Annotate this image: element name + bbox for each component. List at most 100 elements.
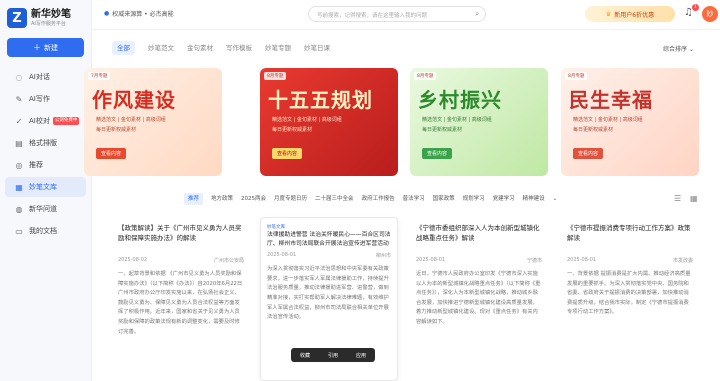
filter-two-sessions[interactable]: 2025两会 bbox=[241, 193, 266, 205]
filter-local-policy[interactable]: 地方政策 bbox=[211, 193, 233, 205]
grid-view-icon[interactable]: ▦ bbox=[690, 194, 698, 203]
sidebar-item-label: 格式排版 bbox=[29, 139, 57, 147]
sort-label: 综合排序 bbox=[663, 46, 688, 53]
sidebar-item-label: AI写作 bbox=[29, 95, 50, 103]
avatar[interactable]: 妙 bbox=[702, 6, 718, 22]
sidebar-item-label: 新华问道 bbox=[29, 205, 57, 213]
card-excerpt: 一、起草背景和依据 《广州市见义勇为人员奖励和保障实施办法》（以下简称《办法》）… bbox=[118, 271, 243, 335]
new-button-label: 新建 bbox=[44, 43, 58, 52]
sidebar-item-my-docs[interactable]: ▭ 我的文档 bbox=[5, 221, 86, 241]
banner-tag: 8月专题 bbox=[264, 72, 287, 80]
filter-gov-report[interactable]: 政府工作报告 bbox=[362, 193, 395, 205]
sidebar-item-ask[interactable]: ◍ 新华问道 bbox=[5, 199, 86, 219]
banner-line: 精选范文 | 金句素材 | 高级词组 bbox=[96, 117, 166, 123]
chevron-down-icon[interactable]: ⌄ bbox=[553, 193, 558, 205]
banner-tag: 8月专题 bbox=[414, 72, 437, 80]
sidebar-item-ai-proofread[interactable]: ✓ AI校对 公测免费中 bbox=[5, 111, 86, 131]
card-source: 市发改委 bbox=[672, 258, 693, 264]
banner-tag: 7月专题 bbox=[88, 72, 111, 80]
sidebar-item-label: AI校对 bbox=[29, 117, 50, 125]
banner-line: 精选范文 | 金句素材 | 高级词组 bbox=[573, 117, 643, 123]
search-input[interactable]: 写前搜索，记得搜索，请在这里输入我的问题 ⌕ bbox=[308, 6, 486, 22]
chevron-down-icon: ⌄ bbox=[688, 46, 694, 53]
article-card[interactable]: 《宁德市委组织部深入人为本创新型城镇化战略重点任务》解读 2025-08-01 … bbox=[410, 217, 548, 381]
document-icon: ▭ bbox=[15, 226, 23, 236]
filter-national-policy[interactable]: 国家政策 bbox=[433, 193, 455, 205]
cite-button[interactable]: 引用 bbox=[328, 352, 338, 359]
card-excerpt: 近日，宁德市人民政府办公室印发《宁德市深入实施以人为本的新型城镇化战略重点任务》… bbox=[416, 271, 541, 325]
card-title: 【政策解读】关于《广州市见义勇为人员奖励和保障实施办法》的解读 bbox=[118, 224, 242, 242]
apply-button[interactable]: 应用 bbox=[356, 352, 366, 359]
promo-button[interactable]: ♛ 新用户6折优惠 bbox=[585, 6, 675, 22]
view-content-button[interactable]: 查看内容 bbox=[573, 148, 604, 159]
proofread-icon: ✓ bbox=[15, 116, 23, 126]
recommend-icon: ◎ bbox=[15, 160, 23, 170]
filter-third-plenum[interactable]: 二十届三中全会 bbox=[315, 193, 354, 205]
article-card[interactable]: 【政策解读】关于《广州市见义勇为人员奖励和保障实施办法》的解读 2025-08-… bbox=[112, 217, 250, 381]
banner-title: 乡村振兴 bbox=[418, 88, 502, 112]
format-icon: ▤ bbox=[15, 138, 23, 148]
card-source: 宁德市 bbox=[526, 258, 542, 264]
free-beta-badge: 公测免费中 bbox=[52, 117, 80, 125]
favorite-button[interactable]: 收藏 bbox=[300, 352, 310, 359]
card-tag: 妙笔文库 bbox=[267, 225, 285, 230]
sidebar-item-label: AI对话 bbox=[29, 73, 50, 81]
banner-title: 十五五规划 bbox=[268, 88, 373, 112]
sort-dropdown[interactable]: 综合排序 ⌄ bbox=[663, 44, 694, 53]
card-excerpt: 一、背景依据 提振消费是扩大内需、推动经济高质量发展的重要抓手。为深入贯彻落实党… bbox=[567, 271, 691, 316]
notification-badge: 1 bbox=[692, 4, 699, 11]
card-date: 2025-08-02 bbox=[118, 257, 148, 263]
card-title: 法律援助进警营 法治关怀暖民心——百合区司法厅、柳州市司法局联合开展法治宣传进军… bbox=[267, 232, 391, 247]
banner-line: 每日更新权威素材 bbox=[573, 127, 614, 133]
tab-essays[interactable]: 妙笔范文 bbox=[148, 41, 174, 55]
logo-icon: Z bbox=[7, 8, 27, 28]
tab-quotes[interactable]: 金句素材 bbox=[187, 41, 213, 55]
sidebar-item-library[interactable]: ▦ 妙笔文库 bbox=[5, 177, 86, 197]
promo-label: 新用户6折优惠 bbox=[614, 11, 655, 19]
filter-monthly-calendar[interactable]: 月度专题日历 bbox=[274, 193, 307, 205]
card-date: 2025-08-01 bbox=[416, 257, 446, 263]
list-view-icon[interactable]: ☰ bbox=[674, 194, 681, 203]
banner-line: 每日更新权威素材 bbox=[272, 127, 313, 133]
tab-all[interactable]: 全部 bbox=[112, 41, 135, 55]
sidebar-item-ai-chat[interactable]: ◌ AI对话 bbox=[5, 67, 86, 87]
sidebar-item-label: 我的文档 bbox=[29, 227, 57, 235]
banner-tag: 8月专题 bbox=[565, 72, 588, 80]
plus-icon: ＋ bbox=[33, 43, 41, 52]
card-source: 柳州市 bbox=[375, 253, 391, 260]
filter-party-study[interactable]: 党建学习 bbox=[493, 193, 515, 205]
filter-planning[interactable]: 规划学习 bbox=[463, 193, 485, 205]
filter-row: 推荐 地方政策 2025两会 月度专题日历 二十届三中全会 政府工作报告 普法学… bbox=[184, 193, 565, 205]
banner-line: 精选范文 | 金句素材 | 高级词组 bbox=[422, 117, 492, 123]
banner-card[interactable]: 8月专题 乡村振兴 精选范文 | 金句素材 | 高级词组 每日更新权威素材 查看… bbox=[410, 68, 548, 176]
sidebar-item-label: 妙笔文库 bbox=[29, 183, 57, 191]
tab-templates[interactable]: 写作模板 bbox=[226, 41, 252, 55]
filter-recommend[interactable]: 推荐 bbox=[184, 193, 204, 205]
card-source: 广州市公安局 bbox=[213, 258, 244, 264]
sidebar-item-format[interactable]: ▤ 格式排版 bbox=[5, 133, 86, 153]
view-content-button[interactable]: 查看内容 bbox=[422, 148, 453, 159]
view-content-button[interactable]: 查看内容 bbox=[96, 148, 127, 159]
sidebar-item-ai-writing[interactable]: ✎ AI写作 bbox=[5, 89, 86, 109]
app-window: Z 新华妙笔 AI写作服务平台 ＋ 新建 ◌ AI对话 ✎ AI写作 ✓ AI校… bbox=[0, 0, 720, 381]
banner-card[interactable]: 8月专题 民生幸福 精选范文 | 金句素材 | 高级词组 每日更新权威素材 查看… bbox=[561, 68, 699, 176]
tab-daily[interactable]: 妙笔日课 bbox=[304, 41, 330, 55]
filter-spirit[interactable]: 精神建设 bbox=[523, 193, 545, 205]
tagline-text: 权威来源算 • 必杰高能 bbox=[112, 11, 174, 18]
dot-icon: ● bbox=[104, 10, 110, 17]
sidebar-item-recommend[interactable]: ◎ 推荐 bbox=[5, 155, 86, 175]
sidebar: Z 新华妙笔 AI写作服务平台 ＋ 新建 ◌ AI对话 ✎ AI写作 ✓ AI校… bbox=[0, 0, 92, 381]
banner-card[interactable]: 7月专题 作风建设 精选范文 | 金句素材 | 高级词组 每日更新权威素材 查看… bbox=[84, 68, 222, 176]
view-content-button[interactable]: 查看内容 bbox=[272, 148, 303, 159]
tab-topics[interactable]: 妙笔专题 bbox=[265, 41, 291, 55]
library-icon: ▦ bbox=[15, 182, 23, 192]
search-icon[interactable]: ⌕ bbox=[475, 10, 479, 19]
filter-law-study[interactable]: 普法学习 bbox=[403, 193, 425, 205]
card-title: 《宁德市委组织部深入人为本创新型城镇化战略重点任务》解读 bbox=[416, 224, 540, 242]
new-document-button[interactable]: ＋ 新建 bbox=[7, 38, 84, 57]
banner-card[interactable]: 8月专题 十五五规划 精选范文 | 金句素材 | 高级词组 每日更新权威素材 查… bbox=[260, 68, 398, 176]
article-card[interactable]: 《宁德市提振消费专项行动工作方案》政策解读 2025-08-01 市发改委 一、… bbox=[561, 217, 699, 381]
tagline: ● 权威来源算 • 必杰高能 bbox=[104, 9, 174, 18]
category-tabs: 全部 妙笔范文 金句素材 写作模板 妙笔专题 妙笔日课 bbox=[112, 41, 343, 55]
logo[interactable]: Z 新华妙笔 AI写作服务平台 bbox=[0, 0, 91, 30]
